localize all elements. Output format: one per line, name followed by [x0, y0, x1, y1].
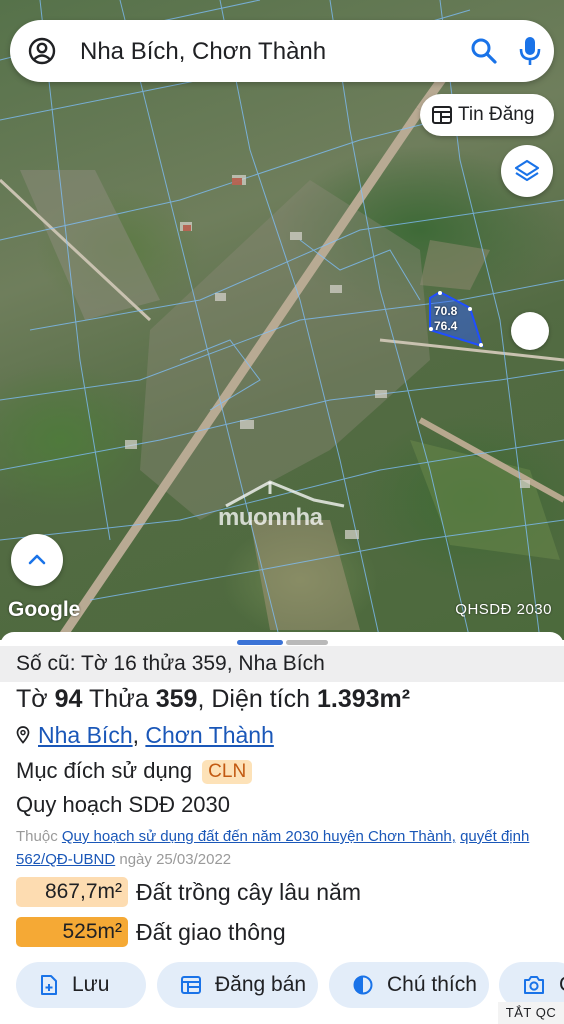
- purpose-code-badge: CLN: [202, 760, 253, 784]
- map-view[interactable]: 70.8 76.4 muonnha Google QHSDĐ 2030 Nha …: [0, 0, 564, 640]
- sheet-label: Tờ: [16, 685, 48, 713]
- search-input[interactable]: Nha Bích, Chơn Thành: [80, 38, 326, 66]
- watermark: muonnha: [214, 478, 354, 531]
- area-row-traffic: 525m² Đất giao thông: [16, 916, 286, 948]
- disable-ads-button[interactable]: TẮT QC: [498, 1002, 564, 1024]
- google-logo: Google: [8, 598, 81, 621]
- save-button[interactable]: Lưu: [16, 962, 146, 1008]
- contrast-icon: [353, 975, 373, 995]
- parcel-label: Thửa: [88, 685, 149, 713]
- legend-label: Chú thích: [387, 973, 477, 996]
- layers-icon: [514, 159, 540, 182]
- plan-document-link[interactable]: Quy hoạch sử dụng đất đến năm 2030 huyện…: [62, 828, 456, 845]
- search-icon[interactable]: [470, 37, 498, 65]
- save-file-icon: [41, 975, 57, 995]
- plan-layer-label: QHSDĐ 2030: [455, 601, 552, 618]
- plan-source-prefix: Thuộc: [16, 828, 58, 845]
- land-purpose: Mục đích sử dụng CLN: [16, 758, 253, 784]
- news-icon: [432, 106, 452, 124]
- legend-button[interactable]: Chú thích: [329, 962, 489, 1008]
- area-type-label: Đất trồng cây lâu năm: [136, 878, 362, 905]
- watermark-text: muonnha: [218, 504, 323, 531]
- decision-date: ngày 25/03/2022: [119, 851, 232, 868]
- plan-title: Quy hoạch SDĐ 2030: [16, 792, 231, 817]
- listing-icon: [181, 976, 201, 994]
- parcel-dim-1: 70.8: [434, 304, 458, 318]
- location-pin-icon: [16, 726, 30, 744]
- purpose-label: Mục đích sử dụng: [16, 758, 193, 783]
- action-bar: Lưu Đăng bán Chú thích C: [0, 962, 564, 1008]
- parcel-number: 359: [155, 685, 198, 713]
- post-sale-label: Đăng bán: [215, 973, 307, 996]
- camera-icon: [524, 976, 544, 994]
- search-bar[interactable]: Nha Bích, Chơn Thành: [10, 20, 554, 82]
- expand-sheet-button[interactable]: [11, 534, 63, 586]
- district-link[interactable]: Chơn Thành: [145, 722, 273, 748]
- parcel-dimension-label: 70.8 76.4: [434, 304, 457, 334]
- news-button-label: Tin Đăng: [458, 104, 535, 125]
- capture-label: C: [559, 973, 564, 997]
- news-listings-button[interactable]: Tin Đăng: [420, 94, 554, 136]
- layers-button[interactable]: [501, 145, 553, 197]
- location-separator: ,: [132, 722, 139, 748]
- area-type-label: Đất giao thông: [136, 918, 286, 945]
- chevron-up-icon: [28, 554, 46, 565]
- location-line: Nha Bích, Chơn Thành: [16, 722, 274, 749]
- location-marker[interactable]: [511, 312, 549, 350]
- old-parcel-info: Số cũ: Tờ 16 thửa 359, Nha Bích: [0, 646, 564, 682]
- account-icon[interactable]: [28, 37, 56, 65]
- parcel-title: Tờ 94 Thửa 359, Diện tích 1.393m²: [16, 685, 411, 713]
- sheet-handle-inactive[interactable]: [286, 640, 328, 645]
- commune-link[interactable]: Nha Bích: [38, 722, 133, 748]
- microphone-icon[interactable]: [518, 35, 542, 67]
- plan-source: Thuộc Quy hoạch sử dụng đất đến năm 2030…: [16, 825, 561, 871]
- sheet-number: 94: [54, 685, 83, 713]
- area-value-box: 525m²: [16, 917, 128, 947]
- area-label: Diện tích: [211, 685, 311, 713]
- post-sale-button[interactable]: Đăng bán: [157, 962, 318, 1008]
- parcel-dim-2: 76.4: [434, 319, 458, 333]
- area-value: 1.393m²: [316, 685, 411, 713]
- parcel-info-sheet: Số cũ: Tờ 16 thửa 359, Nha Bích Tờ 94 Th…: [0, 632, 564, 1024]
- area-row-perennial: 867,7m² Đất trồng cây lâu năm: [16, 876, 361, 908]
- save-label: Lưu: [72, 973, 110, 996]
- sheet-handle-active[interactable]: [237, 640, 283, 645]
- area-value-box: 867,7m²: [16, 877, 128, 907]
